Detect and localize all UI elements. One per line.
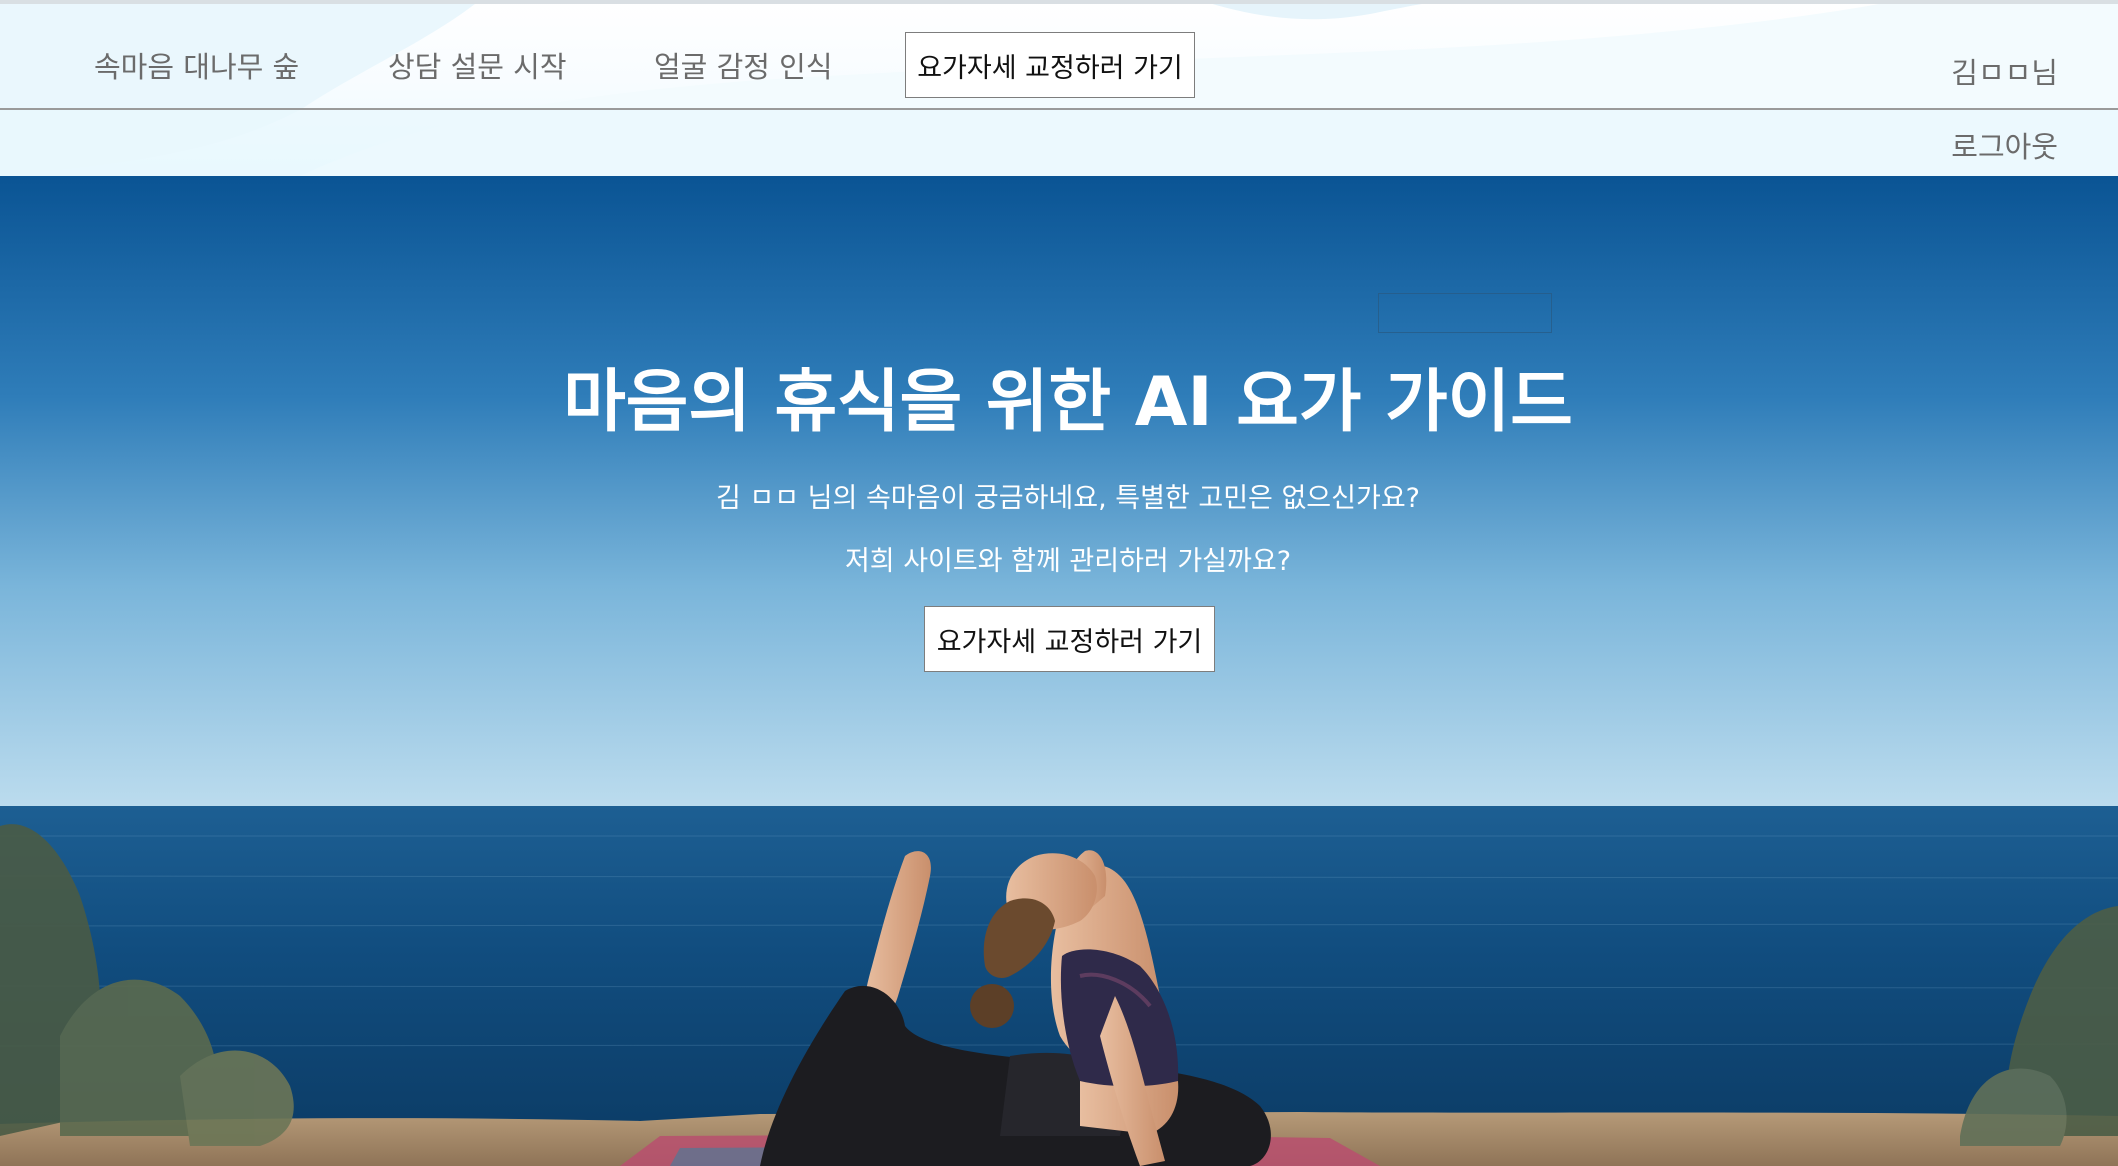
hero-title: 마음의 휴식을 위한 AI 요가 가이드 <box>563 363 1573 442</box>
hero-subtitle-line-1: 김 ㅁㅁ 님의 속마음이 궁금하네요, 특별한 고민은 없으신가요? <box>716 483 1420 514</box>
nav-yoga-correction-button[interactable]: 요가자세 교정하러 가기 <box>905 32 1195 98</box>
top-header: 속마음 대나무 숲 상담 설문 시작 얼굴 감정 인식 요가자세 교정하러 가기… <box>0 0 2118 176</box>
user-name: 김ㅁㅁ님 <box>1951 56 2058 90</box>
nav-link-counseling-survey[interactable]: 상담 설문 시작 <box>388 44 567 86</box>
hero-section: 마음의 휴식을 위한 AI 요가 가이드 김 ㅁㅁ 님의 속마음이 궁금하네요,… <box>0 176 2118 1166</box>
header-top-edge <box>0 0 2118 4</box>
nav-link-face-emotion[interactable]: 얼굴 감정 인식 <box>654 44 833 86</box>
nav-link-bamboo-forest[interactable]: 속마음 대나무 숲 <box>94 44 299 86</box>
logout-link[interactable]: 로그아웃 <box>1951 124 2058 166</box>
hero-empty-box <box>1378 293 1552 333</box>
page: 속마음 대나무 숲 상담 설문 시작 얼굴 감정 인식 요가자세 교정하러 가기… <box>0 0 2118 1166</box>
hero-subtitle-line-2: 저희 사이트와 함께 관리하러 가실까요? <box>844 546 1292 577</box>
header-divider <box>0 108 2118 110</box>
hero-yoga-correction-button[interactable]: 요가자세 교정하러 가기 <box>924 606 1215 672</box>
